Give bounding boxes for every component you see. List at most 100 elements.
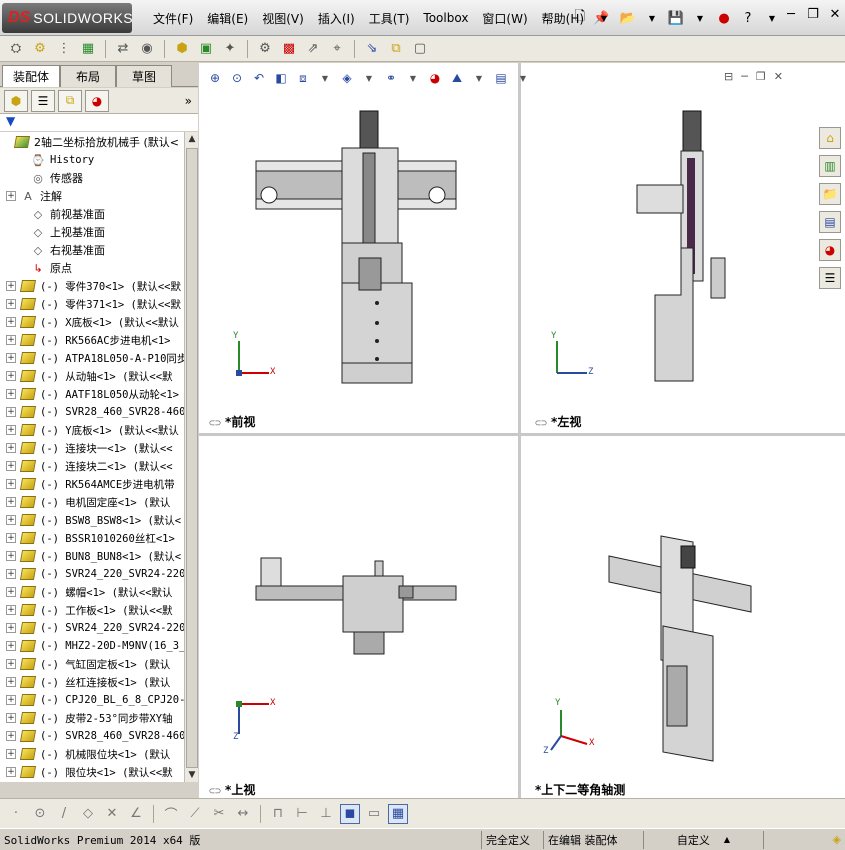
horizontal-icon[interactable]: ⊢ [292, 804, 312, 824]
tree-item[interactable]: + (-) X底板<1> (默认<<默认 [0, 313, 184, 331]
shaded-display-icon[interactable]: ◼ [340, 803, 360, 824]
expand-icon[interactable]: + [6, 191, 16, 201]
chevron-right-icon[interactable]: » [185, 94, 192, 108]
configuration-manager-icon[interactable]: ⧉ [58, 89, 82, 112]
feature-manager-icon[interactable]: ⬢ [4, 89, 28, 112]
smart-dimension-icon[interactable]: ⊓ [268, 804, 288, 824]
tree-item[interactable]: ↳ 原点 [0, 259, 184, 277]
open-folder-icon[interactable]: 📂 [618, 8, 638, 28]
insert-component-icon[interactable]: ⛭ [6, 39, 26, 59]
tree-item[interactable]: + (-) BUN8_BUN8<1> (默认< [0, 547, 184, 565]
dropdown-arrow-icon[interactable]: ▼ [316, 69, 334, 87]
expand-icon[interactable]: + [6, 551, 16, 561]
tab-layout[interactable]: 布局 [60, 65, 116, 87]
tree-item[interactable]: ◇ 右视基准面 [0, 241, 184, 259]
menu-window[interactable]: 窗口(W) [475, 10, 534, 27]
single-view-icon[interactable]: ▭ [364, 804, 384, 824]
dropdown-arrow-icon[interactable]: ▼ [514, 69, 532, 87]
hide-show-items-icon[interactable]: ⚭ [382, 69, 400, 87]
tangent-icon[interactable]: ⟋ [185, 804, 205, 824]
trim-icon[interactable]: ✂ [209, 804, 229, 824]
tree-item[interactable]: + (-) RK564AMCE步进电机带 [0, 475, 184, 493]
expand-icon[interactable]: + [6, 443, 16, 453]
viewport-isometric[interactable]: Y X Z *上下二等角轴测 [521, 436, 845, 798]
interference-detection-icon[interactable]: ⌖ [327, 39, 347, 59]
tree-item[interactable]: + (-) 从动轴<1> (默认<<默 [0, 367, 184, 385]
show-hidden-icon[interactable]: ◉ [137, 39, 157, 59]
tree-item[interactable]: + (-) 限位块<1> (默认<<默 [0, 763, 184, 781]
tree-item[interactable]: + (-) 零件371<1> (默认<<默 [0, 295, 184, 313]
tree-item[interactable]: + (-) 连接块一<1> (默认<< [0, 439, 184, 457]
tree-item[interactable]: + (-) 丝杠连接板<1> (默认 [0, 673, 184, 691]
viewport-top[interactable]: X Z ⊂⊃ *上视 [199, 436, 518, 798]
view-palette-icon[interactable]: ▤ [819, 211, 841, 233]
tree-item[interactable]: + (-) BSSR1010260丝杠<1> [0, 529, 184, 547]
tree-root[interactable]: 2轴二坐标拾放机械手 (默认< [0, 133, 184, 151]
explode-line-sketch-icon[interactable]: ⇗ [303, 39, 323, 59]
tree-item[interactable]: + (-) RK566AC步进电机<1> [0, 331, 184, 349]
dropdown-arrow-icon[interactable]: ▼ [360, 69, 378, 87]
instant3d-icon[interactable]: ⧉ [386, 39, 406, 59]
zoom-to-fit-icon[interactable]: ⊕ [206, 69, 224, 87]
section-view-icon[interactable]: ◧ [272, 69, 290, 87]
new-motion-study-icon[interactable]: ✦ [220, 39, 240, 59]
tree-item[interactable]: + (-) 机械限位块<1> (默认 [0, 745, 184, 763]
expand-icon[interactable]: + [6, 587, 16, 597]
expand-icon[interactable]: + [6, 371, 16, 381]
tab-sketch[interactable]: 草图 [116, 65, 172, 87]
expand-icon[interactable]: + [6, 695, 16, 705]
tree-item[interactable]: + (-) CPJ20_BL_6_8_CPJ20- [0, 691, 184, 709]
expand-icon[interactable]: + [6, 353, 16, 363]
solidworks-resources-icon[interactable]: ⌂ [819, 127, 841, 149]
tree-filter[interactable]: ▼ [0, 114, 198, 132]
new-document-icon[interactable]: 🗋 [570, 8, 590, 28]
tree-item[interactable]: + (-) SVR24_220_SVR24-220 [0, 619, 184, 637]
tree-item[interactable]: + (-) SVR24_220_SVR24-220 [0, 565, 184, 583]
dropdown-arrow-icon[interactable]: ▼ [642, 8, 662, 28]
appearances-icon[interactable]: ◕ [819, 239, 841, 261]
angle-icon[interactable]: ∠ [126, 804, 146, 824]
bill-of-materials-icon[interactable]: ⚙ [255, 39, 275, 59]
scroll-down-icon[interactable]: ▼ [186, 768, 198, 782]
tree-item[interactable]: + (-) 电机固定座<1> (默认 [0, 493, 184, 511]
smart-fasteners-icon[interactable]: ▦ [78, 39, 98, 59]
point-icon[interactable]: · [6, 804, 26, 824]
line-icon[interactable]: / [54, 804, 74, 824]
expand-icon[interactable]: + [6, 713, 16, 723]
hole-alignment-icon[interactable]: ▢ [410, 39, 430, 59]
tile-viewport-icon[interactable]: ⊟ [724, 70, 733, 83]
help-icon[interactable]: ? [738, 8, 758, 28]
tree-item[interactable]: + (-) 零件370<1> (默认<<默 [0, 277, 184, 295]
expand-icon[interactable]: + [6, 677, 16, 687]
close-viewport-icon[interactable]: ✕ [774, 70, 783, 83]
tree-item[interactable]: ◎ 传感器 [0, 169, 184, 187]
dimension-icon[interactable]: ↔ [233, 804, 253, 824]
mate-icon[interactable]: ⚙ [30, 39, 50, 59]
tree-item[interactable]: + (-) Y底板<1> (默认<<默认 [0, 421, 184, 439]
tree-scrollbar[interactable]: ▲ ▼ [184, 132, 198, 782]
view-link-icon[interactable]: ⊂⊃ [535, 418, 547, 429]
expand-icon[interactable]: + [6, 461, 16, 471]
tab-assembly[interactable]: 装配体 [2, 65, 60, 87]
rebuild-traffic-light-icon[interactable]: ● [714, 8, 734, 28]
menu-tools[interactable]: 工具(T) [362, 10, 417, 27]
tree-item[interactable]: ◇ 上视基准面 [0, 223, 184, 241]
viewport-left[interactable]: Y Z ⊂⊃ *左视 [521, 63, 845, 433]
expand-icon[interactable]: + [6, 299, 16, 309]
tree-item[interactable]: + (-) ATPA18L050-A-P10同步 [0, 349, 184, 367]
expand-icon[interactable]: + [6, 497, 16, 507]
linear-pattern-icon[interactable]: ⋮ [54, 39, 74, 59]
expand-icon[interactable]: + [6, 317, 16, 327]
tree-item[interactable]: + (-) 皮带2-53°同步带XY轴 [0, 709, 184, 727]
diamond-icon[interactable]: ◇ [78, 804, 98, 824]
arc-icon[interactable]: ⌒ [161, 804, 181, 824]
save-icon[interactable]: 💾 [666, 8, 686, 28]
tree-item[interactable]: + (-) MHZ2-20D-M9NV(16_3_ [0, 637, 184, 655]
custom-properties-icon[interactable]: ☰ [819, 267, 841, 289]
scroll-up-icon[interactable]: ▲ [186, 132, 198, 146]
expand-icon[interactable]: + [6, 407, 16, 417]
display-style-icon[interactable]: ◈ [338, 69, 356, 87]
expand-icon[interactable]: + [6, 515, 16, 525]
expand-icon[interactable]: + [6, 623, 16, 633]
expand-icon[interactable]: + [6, 767, 16, 777]
